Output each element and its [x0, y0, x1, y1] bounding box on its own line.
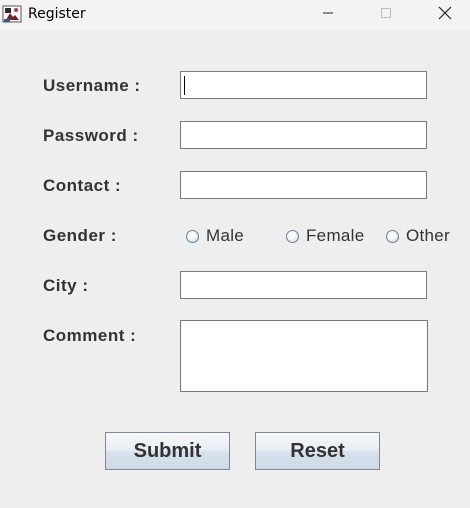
radio-label-male: Male — [206, 226, 245, 245]
gender-radio-male[interactable]: Male — [186, 226, 245, 245]
city-field[interactable] — [180, 271, 427, 299]
username-label: Username : — [43, 76, 141, 95]
gender-radio-female[interactable]: Female — [286, 226, 365, 245]
close-icon — [438, 6, 452, 25]
reset-button[interactable]: Reset — [255, 432, 380, 470]
radio-label-other: Other — [406, 226, 451, 245]
minimize-icon — [322, 6, 334, 24]
city-label: City : — [43, 276, 89, 295]
title-bar[interactable]: Register — [0, 0, 470, 30]
maximize-button[interactable] — [363, 0, 409, 30]
gender-label: Gender : — [43, 226, 117, 245]
username-field[interactable] — [180, 71, 427, 99]
radio-button-icon — [186, 229, 199, 243]
close-button[interactable] — [422, 0, 468, 30]
contact-label: Contact : — [43, 176, 122, 195]
maximize-icon — [380, 6, 392, 24]
submit-button[interactable]: Submit — [105, 432, 230, 470]
contact-field[interactable] — [180, 171, 427, 199]
password-field[interactable] — [180, 121, 427, 149]
password-label: Password : — [43, 126, 139, 145]
gender-radio-other[interactable]: Other — [386, 226, 451, 245]
java-app-icon — [2, 4, 22, 24]
text-caret — [184, 76, 185, 95]
comment-textarea[interactable] — [180, 320, 428, 392]
minimize-button[interactable] — [305, 0, 351, 30]
radio-button-icon — [286, 229, 299, 243]
radio-button-icon — [386, 229, 399, 243]
window-title: Register — [28, 6, 86, 22]
radio-label-female: Female — [306, 226, 365, 245]
comment-label: Comment : — [43, 326, 137, 345]
